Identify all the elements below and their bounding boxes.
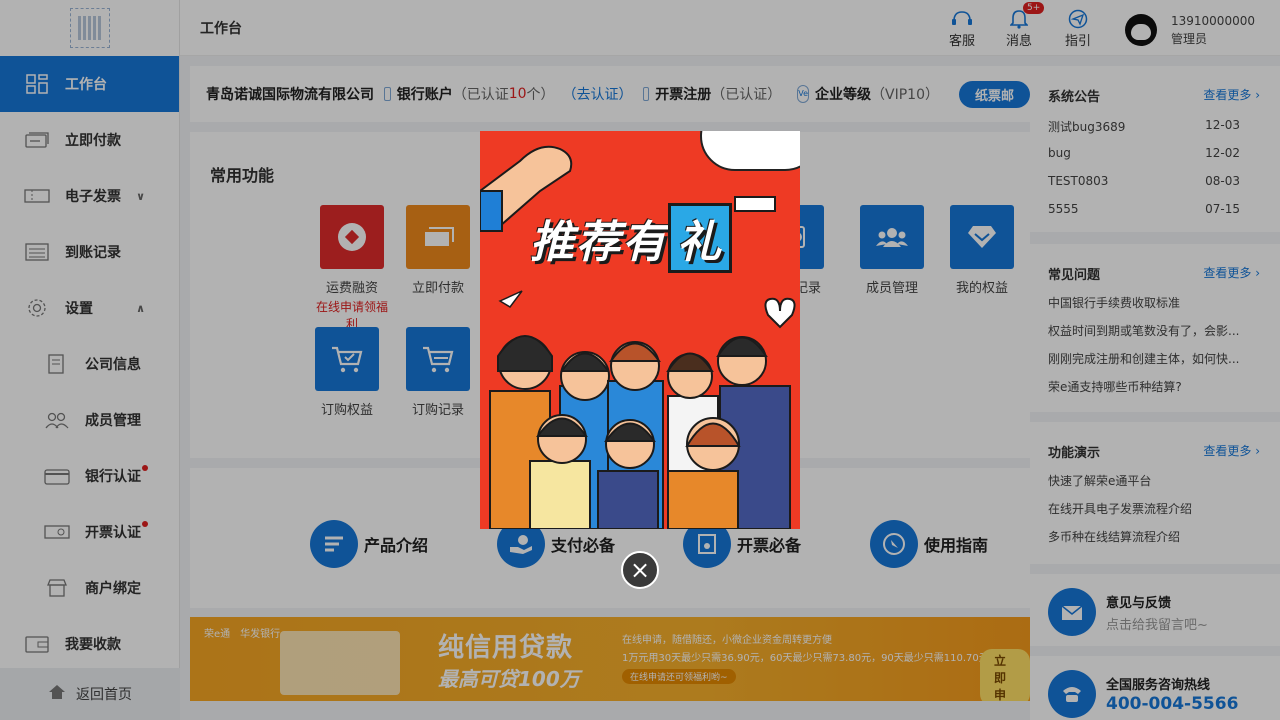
referral-popup[interactable]: 推荐有礼 [480,131,800,529]
close-icon[interactable]: × [621,551,659,589]
popup-headline-text: 推荐有 [530,217,668,268]
popup-headline: 推荐有礼 [530,203,732,273]
popup-headline-highlight: 礼 [668,203,732,273]
referral-illustration [480,145,796,529]
